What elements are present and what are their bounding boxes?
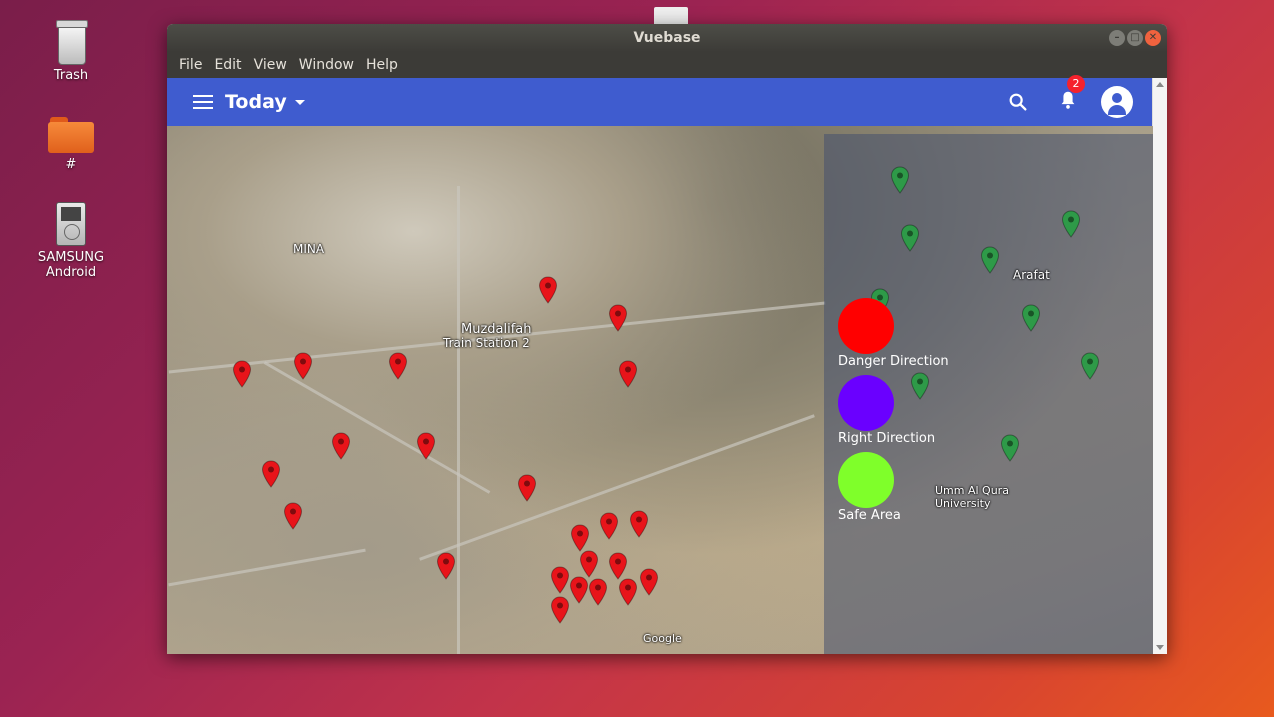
scroll-up-arrow-icon[interactable] [1156, 82, 1164, 87]
map-view[interactable]: MINA Muzdalifah Train Station 2 Google A… [167, 126, 1153, 654]
legend-danger-swatch [838, 298, 894, 354]
menu-bar: File Edit View Window Help [167, 52, 1167, 78]
danger-pin-icon[interactable] [599, 512, 619, 540]
desktop-icon-label: SAMSUNG Android [37, 250, 105, 280]
app-window: Vuebase – □ ✕ File Edit View Window Help… [167, 24, 1167, 654]
danger-pin-icon[interactable] [569, 576, 589, 604]
legend-safe-area-label: Safe Area [838, 508, 901, 523]
danger-pin-icon[interactable] [283, 502, 303, 530]
notifications-button[interactable]: 2 [1057, 75, 1085, 115]
menu-edit[interactable]: Edit [208, 57, 247, 73]
notification-badge: 2 [1067, 75, 1085, 93]
desktop-icon-label: Trash [53, 68, 89, 83]
menu-view[interactable]: View [248, 57, 293, 73]
map-label-arafat: Arafat [1013, 268, 1050, 282]
safe-pin-icon[interactable] [1021, 304, 1041, 332]
date-filter-title[interactable]: Today [225, 91, 287, 113]
danger-pin-icon[interactable] [538, 276, 558, 304]
desktop-icon-samsung-android[interactable]: SAMSUNG Android [31, 202, 111, 280]
scroll-down-arrow-icon[interactable] [1156, 645, 1164, 650]
legend-right-direction-label: Right Direction [838, 431, 936, 446]
danger-pin-icon[interactable] [293, 352, 313, 380]
safe-pin-icon[interactable] [1061, 210, 1081, 238]
map-label-umm-al-qura: Umm Al Qura University [935, 484, 1009, 510]
maximize-button[interactable]: □ [1127, 30, 1143, 46]
minimize-button[interactable]: – [1109, 30, 1125, 46]
legend-danger: Danger Direction [838, 298, 949, 369]
window-title: Vuebase [633, 30, 701, 46]
account-avatar[interactable] [1101, 86, 1133, 118]
legend-danger-label: Danger Direction [838, 354, 949, 369]
danger-pin-icon[interactable] [618, 578, 638, 606]
desktop-icon-folder[interactable]: # [31, 117, 111, 172]
danger-pin-icon[interactable] [416, 432, 436, 460]
danger-pin-icon[interactable] [331, 432, 351, 460]
safe-pin-icon[interactable] [900, 224, 920, 252]
menu-help[interactable]: Help [360, 57, 404, 73]
danger-pin-icon[interactable] [388, 352, 408, 380]
trash-icon [54, 20, 88, 65]
danger-pin-icon[interactable] [629, 510, 649, 538]
danger-pin-icon[interactable] [579, 550, 599, 578]
safe-pin-icon[interactable] [1000, 434, 1020, 462]
desktop-icon-trash[interactable]: Trash [31, 20, 111, 83]
safe-pin-icon[interactable] [890, 166, 910, 194]
danger-pin-icon[interactable] [517, 474, 537, 502]
safe-pin-icon[interactable] [980, 246, 1000, 274]
menu-window[interactable]: Window [293, 57, 360, 73]
danger-pin-icon[interactable] [639, 568, 659, 596]
dropdown-caret-icon[interactable] [294, 99, 305, 105]
danger-pin-icon[interactable] [550, 566, 570, 594]
danger-pin-icon[interactable] [608, 304, 628, 332]
app-bar: Today 2 [167, 75, 1153, 126]
danger-pin-icon[interactable] [261, 460, 281, 488]
menu-icon[interactable] [193, 91, 213, 113]
legend-right-direction: Right Direction [838, 375, 935, 446]
search-icon[interactable] [1007, 91, 1029, 113]
map-label-mina: MINA [293, 242, 325, 256]
media-player-icon [56, 202, 86, 246]
menu-file[interactable]: File [173, 57, 208, 73]
map-label-google: Google [643, 632, 682, 645]
map-label-train-station: Train Station 2 [443, 336, 530, 350]
danger-pin-icon[interactable] [618, 360, 638, 388]
folder-icon [48, 117, 94, 153]
close-button[interactable]: ✕ [1145, 30, 1161, 46]
danger-pin-icon[interactable] [436, 552, 456, 580]
safe-pin-icon[interactable] [1080, 352, 1100, 380]
map-label-muzdalifah: Muzdalifah [461, 322, 532, 337]
desktop-icon-label: # [65, 157, 77, 172]
legend-safe-area-swatch [838, 452, 894, 508]
legend-right-direction-swatch [838, 375, 894, 431]
danger-pin-icon[interactable] [570, 524, 590, 552]
danger-pin-icon[interactable] [550, 596, 570, 624]
danger-pin-icon[interactable] [608, 552, 628, 580]
legend-safe-area: Safe Area [838, 452, 901, 523]
window-titlebar[interactable]: Vuebase – □ ✕ [167, 24, 1167, 52]
danger-pin-icon[interactable] [232, 360, 252, 388]
danger-pin-icon[interactable] [588, 578, 608, 606]
vertical-scrollbar[interactable] [1152, 78, 1167, 654]
